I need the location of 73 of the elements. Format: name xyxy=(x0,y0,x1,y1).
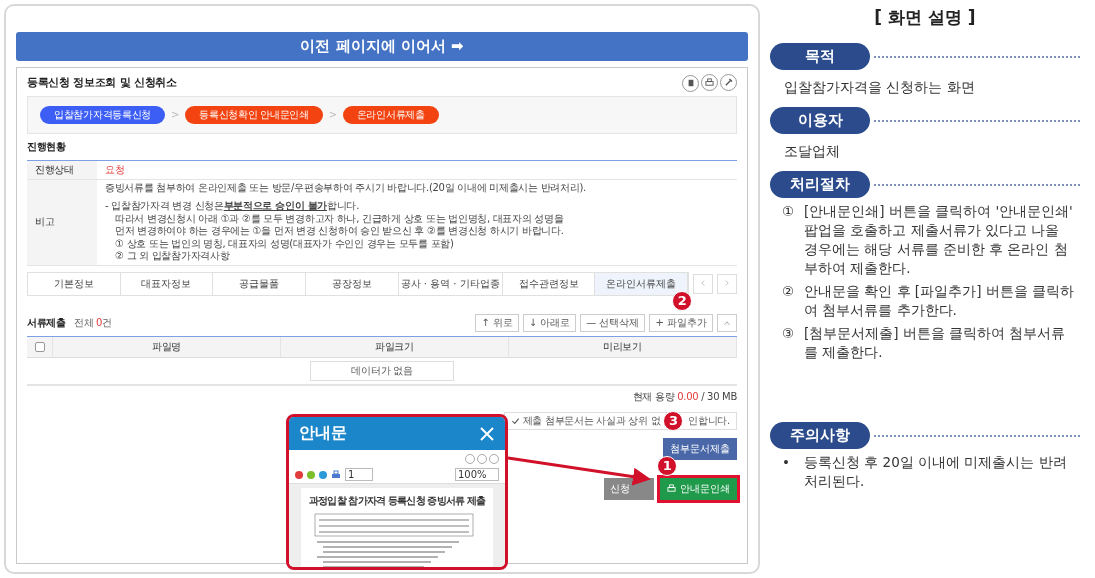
printer-icon xyxy=(667,484,676,493)
book-icon xyxy=(686,79,695,87)
notice-text: 제출 첨부문서는 사실과 상위 없 xyxy=(522,413,661,428)
step-number: ① xyxy=(782,202,796,221)
printer-icon xyxy=(331,469,341,480)
confirm-checkbox[interactable]: 제출 첨부문서는 사실과 상위 없 3 인합니다. xyxy=(503,411,737,430)
notice-text: 인합니다. xyxy=(688,413,730,428)
step-separator: > xyxy=(171,109,180,120)
step-number-badge: 3 xyxy=(663,410,684,431)
remark-line: - 입찰참가자격 변경 신청은부분적으로 승인이 불가합니다. xyxy=(105,200,360,213)
document-count: 전체 0건 xyxy=(73,315,112,330)
collapse-button[interactable] xyxy=(717,313,737,332)
step-number: ② xyxy=(782,282,796,301)
column-header: 미리보기 xyxy=(509,336,737,358)
explanation-title: [ 화면 설명 ] xyxy=(873,6,977,29)
section-pill: 목적 xyxy=(770,43,870,70)
remark-line: ② 그 외 입찰참가자격사항 xyxy=(114,250,231,263)
description-text: 입찰참가자격을 신청하는 화면 xyxy=(783,78,976,97)
section-pill: 처리절차 xyxy=(770,171,870,198)
column-header: 파일명 xyxy=(53,336,281,358)
wrench-icon xyxy=(724,78,733,87)
toolbar-button[interactable]: ↓ 아래로 xyxy=(522,313,577,332)
status-value: 요청 xyxy=(97,160,737,180)
select-all-checkbox[interactable] xyxy=(34,341,45,352)
document-title: 과정입찰 참가자격 등록신청 증빙서류 제출 xyxy=(309,494,486,508)
close-icon xyxy=(479,425,495,442)
chevron-left-icon xyxy=(700,279,706,287)
chevron-up-icon xyxy=(723,320,731,326)
process-step[interactable]: 온라인서류제출 xyxy=(342,105,439,124)
wrench-icon-button[interactable] xyxy=(720,74,737,91)
section-pill: 이용자 xyxy=(770,107,870,134)
apply-button[interactable]: 신청 xyxy=(604,477,654,500)
toolbar-button[interactable]: + 파일추가 xyxy=(649,313,713,332)
toolbar-button[interactable]: — 선택삭제 xyxy=(580,313,646,332)
description-text: 조달업체 xyxy=(783,142,841,161)
remark-line: ① 상호 또는 법인의 명칭, 대표자의 성명(대표자가 수인인 경우는 모두를 포함) xyxy=(114,237,455,250)
remark-line: 따라서 변경신청시 아래 ①과 ②를 모두 변경하고자 하나, 긴급하게 상호 또는 법인명칭, 대표자의 성명을 xyxy=(114,212,565,225)
section-heading: 진행현황 xyxy=(27,139,67,154)
table-label: 비고 xyxy=(27,179,97,266)
printer-icon xyxy=(705,78,714,87)
info-tab[interactable]: 온라인서류제출 xyxy=(595,272,688,295)
continuation-banner: 이전 페이지에 이어서 ➡ xyxy=(16,32,748,61)
step-number: ③ xyxy=(782,324,796,343)
description-text: [안내문인쇄] 버튼을 클릭하여 '안내문인쇄' 팝업을 호출하고 제출서류가 있다고 나올 경우에는 해당 서류를 준비한 후 온라인 첨부하여 제출한다. xyxy=(804,202,1074,278)
bullet-mark: • xyxy=(782,453,791,472)
popup-title: 안내문 xyxy=(299,423,347,444)
section-pill: 주의사항 xyxy=(770,422,870,449)
book-icon-button[interactable] xyxy=(682,74,699,92)
toolbar-button[interactable]: ↑ 위로 xyxy=(475,313,519,332)
step-separator: > xyxy=(328,109,337,120)
table-label: 진행상태 xyxy=(27,160,97,180)
remark-line: 증빙서류를 첨부하여 온라인제출 또는 방문/우편송부하여 주시기 바랍니다.(20일 이내에 미제출시는 반려처리). xyxy=(105,181,587,194)
step-number-badge: 1 xyxy=(657,455,677,476)
info-tab[interactable]: 공사 · 용역 · 기타업종 xyxy=(398,272,503,295)
capacity-text: 현재 용량 0.00 / 30 MB xyxy=(632,389,737,404)
column-header: 파일크기 xyxy=(281,336,509,358)
description-text: 등록신청 후 20일 이내에 미제출시는 반려 처리된다. xyxy=(804,453,1068,491)
zoom-select[interactable]: 100% xyxy=(455,468,499,481)
print-notice-button[interactable]: 안내문인쇄 xyxy=(660,477,737,500)
description-text: 안내문을 확인 후 [파일추가] 버튼을 클릭하여 첨부서류를 추가한다. xyxy=(804,282,1074,320)
section-heading: 서류제출 xyxy=(27,315,66,330)
check-icon xyxy=(510,416,520,425)
submit-attachments-button[interactable]: 첨부문서제출 xyxy=(663,437,737,460)
chevron-right-icon xyxy=(724,279,730,287)
empty-message: 데이터가 없음 xyxy=(310,360,454,381)
process-step[interactable]: 입찰참가자격등록신청 xyxy=(40,105,165,124)
description-text: [첨부문서제출] 버튼을 클릭하여 첨부서류를 제출한다. xyxy=(804,324,1067,362)
print-icon-button[interactable] xyxy=(701,74,718,91)
remark-line: 먼저 변경하여야 하는 경우에는 ①을 먼저 변경 신청하여 승인 받으신 후 ②를 변경신청 하시기 바랍니다. xyxy=(114,225,565,238)
page-title: 등록신청 정보조회 및 신청취소 xyxy=(27,75,177,91)
page-number-field[interactable]: 1 xyxy=(345,468,373,481)
process-step[interactable]: 등록신청확인 안내문인쇄 xyxy=(185,105,323,124)
close-button[interactable] xyxy=(479,425,495,442)
